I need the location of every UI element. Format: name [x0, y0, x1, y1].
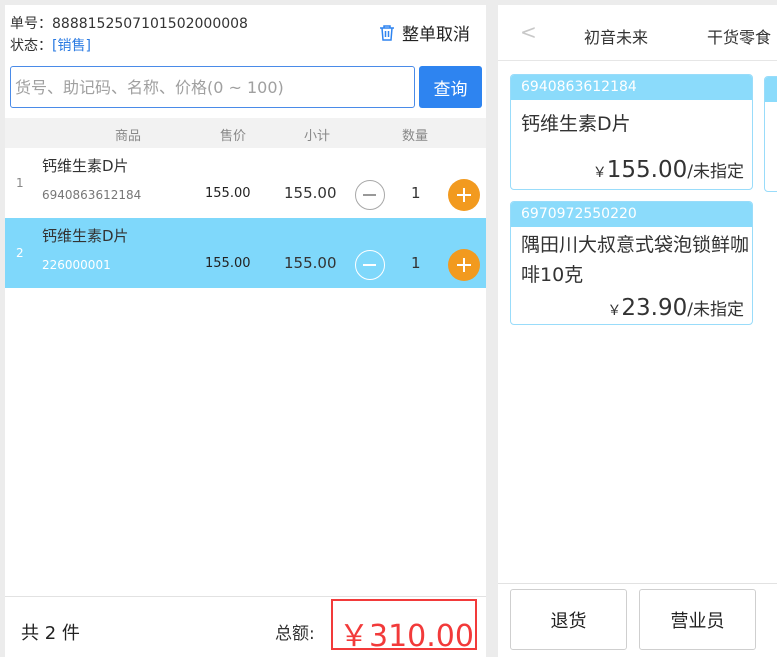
order-status-value: [销售]: [52, 38, 91, 54]
row-price: 155.00: [205, 256, 251, 271]
cancel-order-label: 整单取消: [402, 25, 470, 45]
order-status: 状态：[销售]: [10, 35, 91, 55]
row-index: 2: [16, 246, 24, 260]
row-product-code: 6940863612184: [42, 188, 142, 202]
product-card-header: [765, 77, 777, 102]
product-card[interactable]: 6940863612184 钙维生素D片 ￥155.00/未指定: [510, 74, 753, 190]
row-quantity: 1: [411, 184, 421, 202]
row-index: 1: [16, 176, 24, 190]
category-tab[interactable]: 干货零食: [707, 24, 771, 48]
row-price: 155.00: [205, 186, 251, 201]
product-name: 钙维生素D片: [521, 113, 631, 135]
order-number-label: 单号：: [10, 16, 52, 32]
table-row-selected[interactable]: 2 钙维生素D片 226000001 155.00 155.00 1: [5, 218, 486, 288]
order-number-value: 8888152507101502000008: [52, 16, 248, 32]
total-label: 总额:: [275, 624, 315, 644]
product-barcode: 6970972550220: [511, 202, 752, 227]
table-row[interactable]: 1 钙维生素D片 6940863612184 155.00 155.00 1: [5, 148, 486, 218]
column-subtotal: 小计: [304, 129, 331, 144]
total-amount-box: ￥310.00: [331, 599, 477, 654]
row-product-name: 钙维生素D片: [42, 227, 129, 245]
product-card[interactable]: 6970972550220 隅田川大叔意式袋泡锁鲜咖啡10克 ￥23.90/未指…: [510, 201, 753, 325]
order-panel: 单号：8888152507101502000008 状态：[销售] 整单取消 查…: [5, 5, 486, 657]
row-product-name: 钙维生素D片: [42, 157, 129, 175]
return-button[interactable]: 退货: [510, 589, 627, 650]
order-header: 单号：8888152507101502000008 状态：[销售] 整单取消: [5, 5, 486, 61]
price-currency: ￥: [592, 165, 607, 181]
category-tab[interactable]: 初音未来: [584, 24, 648, 48]
total-amount: ￥310.00: [339, 619, 474, 654]
table-header: 商品 售价 小计 数量: [5, 118, 486, 148]
footer-divider: [5, 596, 486, 597]
minus-icon[interactable]: [355, 180, 385, 210]
product-price: ￥155.00/未指定: [593, 157, 744, 183]
product-barcode: 6940863612184: [511, 75, 752, 100]
item-count: 共 2 件: [21, 623, 80, 644]
action-divider: [498, 583, 777, 584]
product-price: ￥23.90/未指定: [607, 295, 744, 321]
cancel-order-button[interactable]: 整单取消: [378, 20, 470, 45]
price-value: 23.90: [621, 295, 688, 321]
order-status-label: 状态：: [10, 38, 52, 54]
plus-icon[interactable]: [448, 179, 480, 211]
price-currency: ￥: [607, 303, 622, 319]
price-unit: /未指定: [687, 300, 744, 320]
order-number: 单号：8888152507101502000008: [10, 13, 248, 33]
chevron-left-icon[interactable]: <: [520, 20, 537, 44]
minus-icon[interactable]: [355, 250, 385, 280]
row-subtotal: 155.00: [284, 254, 337, 272]
price-unit: /未指定: [687, 162, 744, 182]
column-price: 售价: [220, 129, 247, 144]
product-panel: < 初音未来 干货零食 6940863612184 钙维生素D片 ￥155.00…: [498, 5, 777, 657]
row-subtotal: 155.00: [284, 184, 337, 202]
search-button[interactable]: 查询: [419, 66, 482, 108]
plus-icon[interactable]: [448, 249, 480, 281]
price-value: 155.00: [606, 157, 688, 183]
category-bar: < 初音未来 干货零食: [498, 5, 777, 61]
search-bar: 查询: [10, 66, 482, 108]
column-quantity: 数量: [402, 129, 429, 144]
product-name: 隅田川大叔意式袋泡锁鲜咖啡10克: [521, 234, 750, 286]
product-card-partial[interactable]: [764, 76, 777, 192]
column-product: 商品: [115, 129, 142, 144]
row-quantity: 1: [411, 254, 421, 272]
search-input[interactable]: [10, 66, 415, 108]
row-product-code: 226000001: [42, 258, 111, 272]
trash-icon: [380, 24, 394, 41]
salesperson-button[interactable]: 营业员: [639, 589, 756, 650]
